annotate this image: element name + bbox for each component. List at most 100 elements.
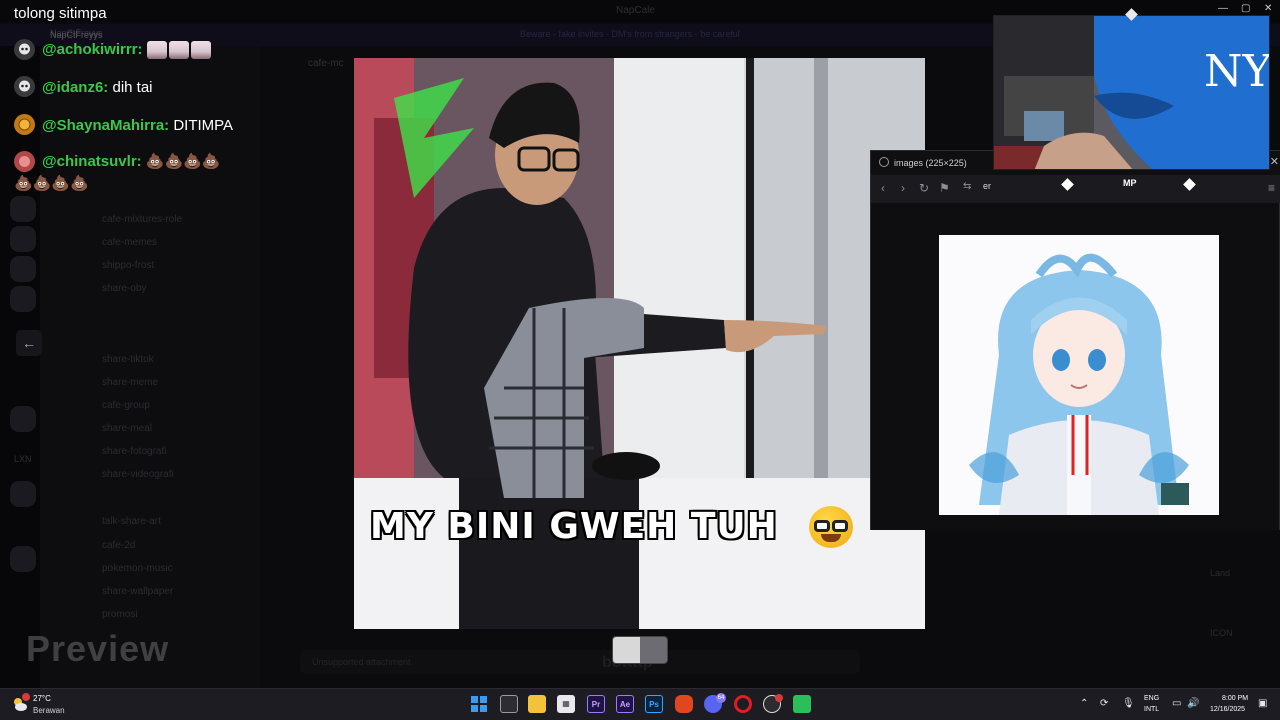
- reload-icon[interactable]: ↻: [919, 181, 929, 195]
- channel-item[interactable]: talk-share-art: [102, 516, 161, 527]
- server-icon[interactable]: [10, 286, 36, 312]
- server-icon[interactable]: [10, 406, 36, 432]
- badge-icon: [18, 118, 31, 131]
- background-input-text: Unsupported attachment: [312, 657, 411, 667]
- language-layout: INTL: [1144, 706, 1160, 713]
- chat-username: @chinatsuvlr:: [42, 153, 142, 170]
- channel-item[interactable]: cafe-memes: [102, 237, 157, 248]
- chat-avatar: [14, 76, 35, 97]
- chat-message: @chinatsuvlr: 💩💩💩💩: [42, 152, 221, 171]
- image-thumbnail[interactable]: [612, 636, 668, 664]
- server-icon[interactable]: [10, 226, 36, 252]
- app-icon[interactable]: [793, 695, 811, 713]
- channel-item[interactable]: promosi: [102, 609, 138, 620]
- channel-item[interactable]: share-fotografi: [102, 446, 166, 457]
- site-settings-icon[interactable]: ⇆: [963, 181, 971, 192]
- window-close-icon[interactable]: ✕: [1264, 3, 1272, 14]
- after-effects-icon[interactable]: Ae: [616, 695, 634, 713]
- task-view-icon[interactable]: [500, 695, 518, 713]
- nerd-face-emoji-icon: [809, 506, 853, 548]
- discord-badge: 64: [716, 693, 726, 703]
- channel-item[interactable]: cafe-2d: [102, 540, 135, 551]
- anime-girl-illustration: [939, 235, 1219, 515]
- channel-item[interactable]: shippo-frost: [102, 260, 154, 271]
- rail-label: LXN: [14, 454, 32, 464]
- meme-caption: MY BINI GWEH TUH: [370, 506, 778, 547]
- microphone-icon[interactable]: 🎙: [1122, 698, 1135, 709]
- webcam-logo: MP: [1123, 178, 1137, 188]
- channel-item[interactable]: pokemon-music: [102, 563, 173, 574]
- photoshop-icon[interactable]: Ps: [645, 695, 663, 713]
- store-icon[interactable]: ▦: [557, 695, 575, 713]
- forward-icon[interactable]: ›: [901, 181, 905, 195]
- anime-girl-emote-icon: [168, 41, 189, 60]
- browser-tab[interactable]: images (225×225): [879, 155, 999, 175]
- webcam-scene: NY: [994, 16, 1269, 169]
- minimize-icon[interactable]: —: [1218, 3, 1228, 14]
- weather-alert-badge: [22, 693, 30, 701]
- stream-chat-overlay: tolong sitimpa NapCtFreyys @achokiwirrr:…: [0, 0, 340, 200]
- diamond-icon: [1183, 178, 1196, 191]
- url-bar[interactable]: er: [983, 181, 991, 191]
- chat-username: @idanz6:: [42, 79, 109, 96]
- opera-icon[interactable]: [734, 695, 752, 713]
- channel-item[interactable]: share-wallpaper: [102, 586, 173, 597]
- channel-item[interactable]: cafe-group: [102, 400, 150, 411]
- anime-girl-emote-icon: [190, 41, 211, 60]
- server-icon[interactable]: [10, 256, 36, 282]
- preview-watermark: Preview: [26, 628, 170, 669]
- server-icon[interactable]: [10, 481, 36, 507]
- globe-icon: [879, 157, 889, 167]
- notification-icon[interactable]: ▣: [1258, 698, 1267, 709]
- skull-icon: [19, 80, 30, 92]
- channel-item[interactable]: share-oby: [102, 283, 146, 294]
- background-banner-text: Beware - fake invites - DM's from strang…: [520, 29, 740, 39]
- member-item: ICON: [1210, 628, 1233, 638]
- diamond-icon: [1061, 178, 1074, 191]
- chat-message: @idanz6: dih tai: [42, 78, 153, 97]
- avatar-face-icon: [19, 156, 30, 167]
- start-icon[interactable]: [470, 695, 488, 713]
- chat-username: @ShaynaMahirra:: [42, 117, 170, 134]
- clock-date: 12/16/2025: [1210, 706, 1246, 713]
- meme-photo: MY BINI GWEH TUH: [354, 58, 925, 629]
- chevron-up-icon[interactable]: ⌃: [1080, 698, 1088, 709]
- sync-icon[interactable]: ⟳: [1100, 698, 1108, 709]
- channel-item[interactable]: share-meal: [102, 423, 152, 434]
- channel-item[interactable]: share-videografi: [102, 469, 174, 480]
- obs-recording-badge: [775, 694, 783, 702]
- maximize-icon[interactable]: ▢: [1241, 3, 1250, 14]
- back-icon[interactable]: ‹: [881, 181, 885, 195]
- network-icon[interactable]: ▭: [1172, 698, 1181, 709]
- brave-browser-icon[interactable]: [675, 695, 693, 713]
- channel-item[interactable]: share-tiktok: [102, 354, 154, 365]
- chat-message-text: tolong sitimpa: [14, 5, 107, 22]
- chat-avatar: [14, 151, 35, 172]
- chat-message: @achokiwirrr:: [42, 40, 213, 60]
- chat-text: 💩💩💩💩: [145, 153, 221, 170]
- back-arrow-button[interactable]: ←: [16, 330, 42, 356]
- webcam-feed: NY: [993, 15, 1270, 170]
- chat-text: DITIMPA: [173, 117, 234, 134]
- member-item: Land: [1210, 568, 1231, 578]
- chat-avatar: [14, 39, 35, 60]
- channel-item[interactable]: cafe-mixtures-role: [102, 214, 182, 225]
- skull-icon: [19, 43, 30, 55]
- weather-temp: 27°C: [33, 694, 51, 703]
- close-icon[interactable]: ✕: [1270, 155, 1279, 168]
- background-message-input: Unsupported attachment: [300, 650, 860, 674]
- volume-icon[interactable]: 🔊: [1187, 698, 1199, 709]
- file-explorer-icon[interactable]: [528, 695, 546, 713]
- background-member-list: Land ICON: [1110, 520, 1280, 680]
- bookmark-icon[interactable]: ⚑: [939, 181, 950, 195]
- channel-item[interactable]: share-meme: [102, 377, 158, 388]
- language-indicator[interactable]: ENG: [1144, 695, 1159, 702]
- server-icon[interactable]: [10, 546, 36, 572]
- chat-message-continuation: 💩💩💩💩: [14, 175, 89, 192]
- background-window-title: NapCale: [616, 5, 655, 16]
- premiere-pro-icon[interactable]: Pr: [587, 695, 605, 713]
- webcam-overlay-bar: MP: [993, 170, 1270, 202]
- browser-tab-title: images (225×225): [894, 158, 967, 168]
- anime-girl-emote-icon: [146, 41, 167, 60]
- clock-time[interactable]: 8:00 PM: [1222, 695, 1248, 702]
